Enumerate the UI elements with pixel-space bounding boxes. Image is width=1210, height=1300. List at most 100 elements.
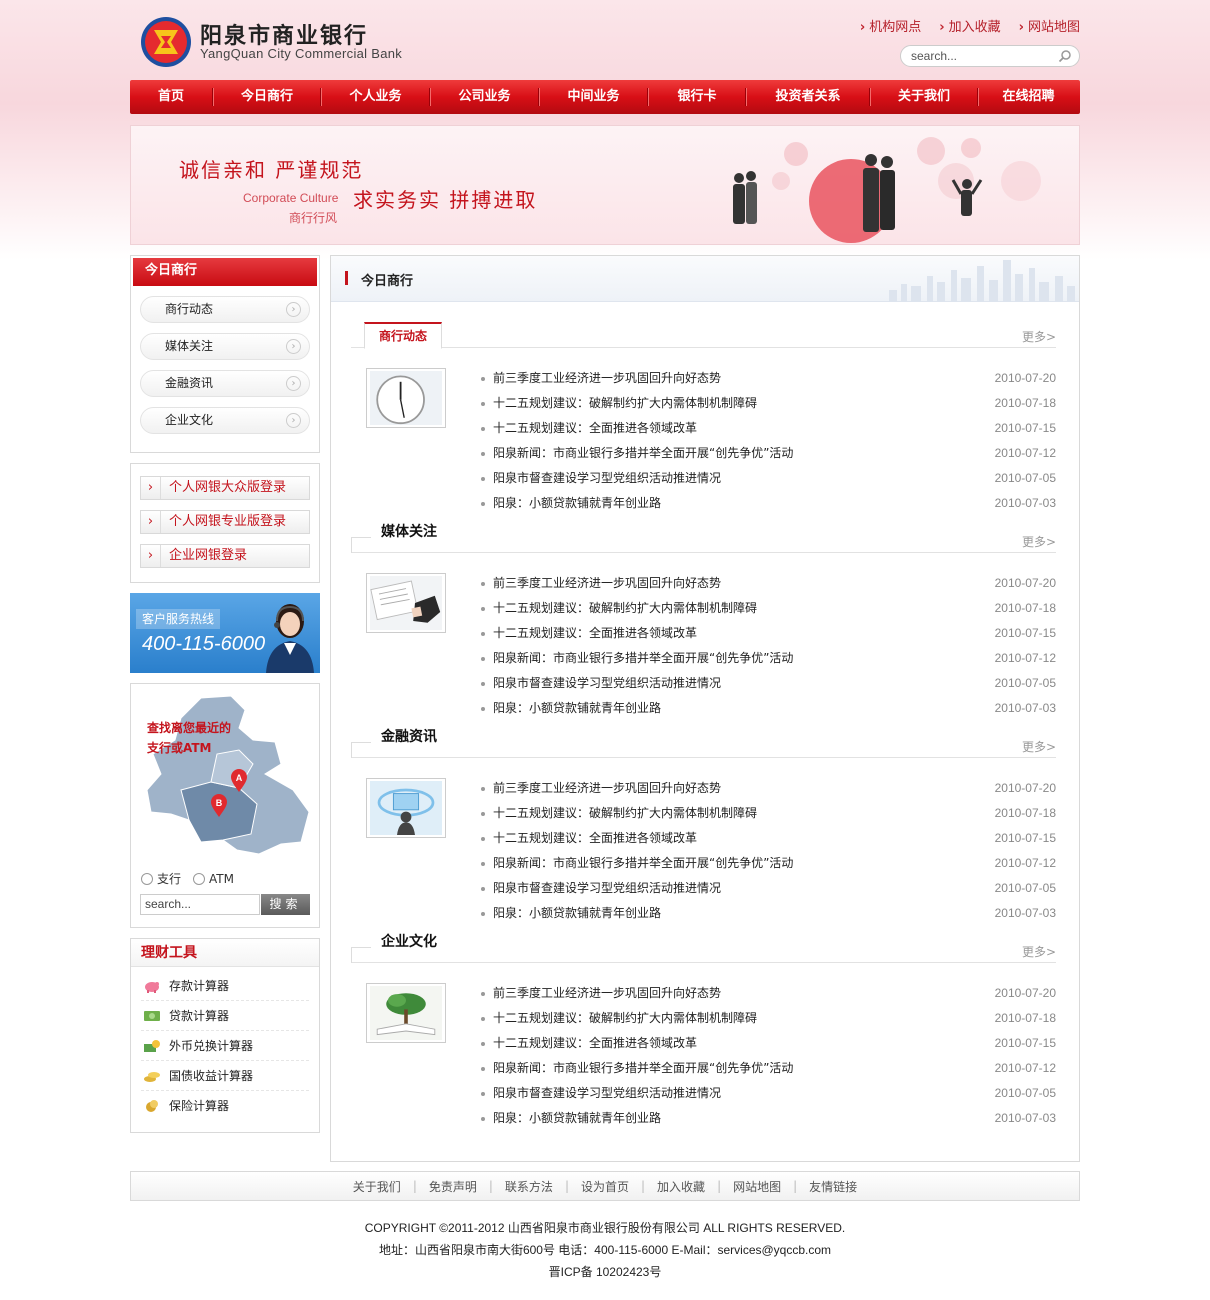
map-marker-b-icon[interactable]: B	[210, 794, 228, 818]
login-corporate-button[interactable]: › 企业网银登录	[140, 544, 310, 568]
radio-atm[interactable]	[193, 872, 206, 885]
tool-currency-calculator[interactable]: 外币兑换计算器	[141, 1031, 309, 1061]
news-title[interactable]: 十二五规划建议：全面推进各领域改革	[493, 831, 697, 845]
sidebar-item-bank-news[interactable]: 商行动态 ›	[140, 296, 310, 323]
news-title[interactable]: 十二五规划建议：破解制约扩大内需体制机制障碍	[493, 1011, 757, 1025]
radio-branch[interactable]	[141, 872, 153, 885]
news-title[interactable]: 阳泉：小额贷款铺就青年创业路	[493, 496, 661, 510]
nav-about[interactable]: 关于我们	[871, 80, 977, 114]
news-item[interactable]: 前三季度工业经济进一步巩固回升向好态势 2010-07-20	[481, 571, 1056, 596]
more-link[interactable]: 更多>	[1022, 943, 1056, 960]
login-personal-pro-button[interactable]: › 个人网银专业版登录	[140, 510, 310, 534]
map-search-button[interactable]: 搜索	[261, 894, 310, 915]
news-title[interactable]: 前三季度工业经济进一步巩固回升向好态势	[493, 986, 721, 1000]
news-item[interactable]: 阳泉市督查建设学习型党组织活动推进情况 2010-07-05	[481, 876, 1056, 901]
news-item[interactable]: 阳泉：小额贷款铺就青年创业路 2010-07-03	[481, 1106, 1056, 1131]
news-title[interactable]: 阳泉市督查建设学习型党组织活动推进情况	[493, 471, 721, 485]
news-title[interactable]: 阳泉市督查建设学习型党组织活动推进情况	[493, 1086, 721, 1100]
more-link[interactable]: 更多>	[1022, 533, 1056, 550]
nav-today[interactable]: 今日商行	[214, 80, 320, 114]
finance-thumbnail-image[interactable]	[366, 778, 446, 838]
news-item[interactable]: 阳泉：小额贷款铺就青年创业路 2010-07-03	[481, 491, 1056, 516]
footer-link-contact[interactable]: 联系方法	[505, 1178, 553, 1195]
news-item[interactable]: 阳泉市督查建设学习型党组织活动推进情况 2010-07-05	[481, 466, 1056, 491]
news-title[interactable]: 阳泉新闻：市商业银行多措并举全面开展“创先争优”活动	[493, 1061, 793, 1075]
tool-insurance-calculator[interactable]: 保险计算器	[141, 1091, 309, 1121]
news-item[interactable]: 前三季度工业经济进一步巩固回升向好态势 2010-07-20	[481, 981, 1056, 1006]
search-icon[interactable]	[1058, 49, 1072, 63]
sidebar-item-culture[interactable]: 企业文化 ›	[140, 407, 310, 434]
nav-intermediary[interactable]: 中间业务	[540, 80, 647, 114]
news-title[interactable]: 阳泉市督查建设学习型党组织活动推进情况	[493, 881, 721, 895]
news-item[interactable]: 十二五规划建议：全面推进各领域改革 2010-07-15	[481, 416, 1056, 441]
footer-link-disclaimer[interactable]: 免责声明	[429, 1178, 477, 1195]
clock-thumbnail-image[interactable]	[366, 368, 446, 428]
bank-logo-icon[interactable]	[140, 16, 192, 68]
news-item[interactable]: 阳泉新闻：市商业银行多措并举全面开展“创先争优”活动 2010-07-12	[481, 1056, 1056, 1081]
tab-culture[interactable]: 企业文化	[381, 931, 437, 951]
tree-book-thumbnail-image[interactable]	[366, 983, 446, 1043]
news-title[interactable]: 阳泉市督查建设学习型党组织活动推进情况	[493, 676, 721, 690]
link-sitemap[interactable]: 网站地图	[1019, 16, 1080, 35]
news-item[interactable]: 十二五规划建议：全面推进各领域改革 2010-07-15	[481, 826, 1056, 851]
news-title[interactable]: 十二五规划建议：破解制约扩大内需体制机制障碍	[493, 396, 757, 410]
news-title[interactable]: 前三季度工业经济进一步巩固回升向好态势	[493, 371, 721, 385]
more-link[interactable]: 更多>	[1022, 328, 1056, 345]
news-title[interactable]: 十二五规划建议：全面推进各领域改革	[493, 1036, 697, 1050]
tool-bond-calculator[interactable]: 国债收益计算器	[141, 1061, 309, 1091]
news-item[interactable]: 十二五规划建议：全面推进各领域改革 2010-07-15	[481, 1031, 1056, 1056]
tab-bank-news[interactable]: 商行动态	[364, 322, 443, 349]
news-title[interactable]: 阳泉新闻：市商业银行多措并举全面开展“创先争优”活动	[493, 856, 793, 870]
tab-finance-info[interactable]: 金融资讯	[381, 726, 437, 746]
news-item[interactable]: 阳泉市督查建设学习型党组织活动推进情况 2010-07-05	[481, 1081, 1056, 1106]
map-search-input[interactable]: search...	[140, 894, 260, 915]
footer-link-set-home[interactable]: 设为首页	[581, 1178, 629, 1195]
news-title[interactable]: 阳泉新闻：市商业银行多措并举全面开展“创先争优”活动	[493, 446, 793, 460]
news-title[interactable]: 十二五规划建议：全面推进各领域改革	[493, 626, 697, 640]
footer-link-about[interactable]: 关于我们	[353, 1178, 401, 1195]
news-item[interactable]: 前三季度工业经济进一步巩固回升向好态势 2010-07-20	[481, 776, 1056, 801]
tab-media[interactable]: 媒体关注	[381, 521, 437, 541]
footer-link-sitemap[interactable]: 网站地图	[733, 1178, 781, 1195]
news-title[interactable]: 阳泉：小额贷款铺就青年创业路	[493, 1111, 661, 1125]
news-title[interactable]: 十二五规划建议：破解制约扩大内需体制机制障碍	[493, 601, 757, 615]
footer-link-friends[interactable]: 友情链接	[809, 1178, 857, 1195]
nav-investor[interactable]: 投资者关系	[747, 80, 869, 114]
news-title[interactable]: 十二五规划建议：破解制约扩大内需体制机制障碍	[493, 806, 757, 820]
hotline-banner[interactable]: 客户服务热线 400-115-6000	[130, 593, 320, 673]
nav-personal[interactable]: 个人业务	[322, 80, 429, 114]
map-marker-a-icon[interactable]: A	[230, 769, 248, 793]
news-item[interactable]: 阳泉新闻：市商业银行多措并举全面开展“创先争优”活动 2010-07-12	[481, 646, 1056, 671]
nav-bank-card[interactable]: 银行卡	[649, 80, 745, 114]
news-title[interactable]: 阳泉：小额贷款铺就青年创业路	[493, 906, 661, 920]
footer-link-favorite[interactable]: 加入收藏	[657, 1178, 705, 1195]
news-item[interactable]: 十二五规划建议：破解制约扩大内需体制机制障碍 2010-07-18	[481, 1006, 1056, 1031]
link-branches[interactable]: 机构网点	[860, 16, 921, 35]
news-item[interactable]: 阳泉新闻：市商业银行多措并举全面开展“创先争优”活动 2010-07-12	[481, 851, 1056, 876]
nav-home[interactable]: 首页	[130, 80, 212, 114]
news-item[interactable]: 阳泉：小额贷款铺就青年创业路 2010-07-03	[481, 901, 1056, 926]
tool-loan-calculator[interactable]: 贷款计算器	[141, 1001, 309, 1031]
sidebar-item-media[interactable]: 媒体关注 ›	[140, 333, 310, 360]
news-item[interactable]: 十二五规划建议：破解制约扩大内需体制机制障碍 2010-07-18	[481, 391, 1056, 416]
nav-corporate[interactable]: 公司业务	[431, 80, 538, 114]
news-item[interactable]: 阳泉市督查建设学习型党组织活动推进情况 2010-07-05	[481, 671, 1056, 696]
sidebar-item-finance-info[interactable]: 金融资讯 ›	[140, 370, 310, 397]
newspaper-thumbnail-image[interactable]	[366, 573, 446, 633]
search-input[interactable]: search...	[900, 45, 1080, 67]
news-item[interactable]: 十二五规划建议：全面推进各领域改革 2010-07-15	[481, 621, 1056, 646]
news-title[interactable]: 前三季度工业经济进一步巩固回升向好态势	[493, 781, 721, 795]
news-item[interactable]: 前三季度工业经济进一步巩固回升向好态势 2010-07-20	[481, 366, 1056, 391]
nav-recruit[interactable]: 在线招聘	[979, 80, 1078, 114]
news-item[interactable]: 阳泉新闻：市商业银行多措并举全面开展“创先争优”活动 2010-07-12	[481, 441, 1056, 466]
news-item[interactable]: 十二五规划建议：破解制约扩大内需体制机制障碍 2010-07-18	[481, 596, 1056, 621]
news-title[interactable]: 前三季度工业经济进一步巩固回升向好态势	[493, 576, 721, 590]
news-title[interactable]: 阳泉：小额贷款铺就青年创业路	[493, 701, 661, 715]
link-add-favorite[interactable]: 加入收藏	[939, 16, 1001, 35]
news-item[interactable]: 阳泉：小额贷款铺就青年创业路 2010-07-03	[481, 696, 1056, 721]
more-link[interactable]: 更多>	[1022, 738, 1056, 755]
news-title[interactable]: 阳泉新闻：市商业银行多措并举全面开展“创先争优”活动	[493, 651, 793, 665]
news-item[interactable]: 十二五规划建议：破解制约扩大内需体制机制障碍 2010-07-18	[481, 801, 1056, 826]
news-title[interactable]: 十二五规划建议：全面推进各领域改革	[493, 421, 697, 435]
tool-deposit-calculator[interactable]: 存款计算器	[141, 971, 309, 1001]
